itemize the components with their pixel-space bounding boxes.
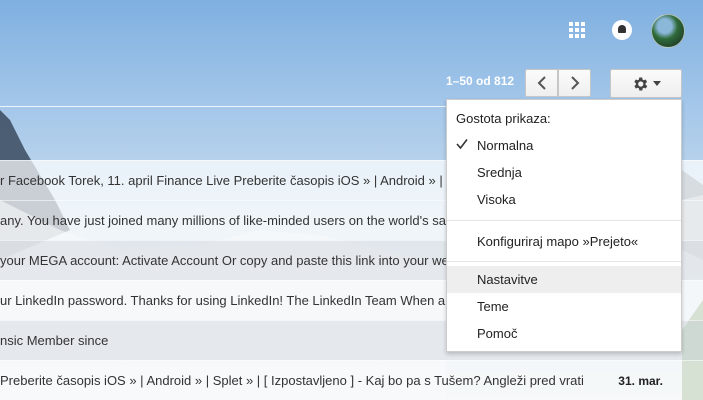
menu-item-label: Teme <box>477 299 509 314</box>
email-snippet: r Facebook Torek, 11. april Finance Live… <box>0 173 456 188</box>
apps-grid-icon[interactable] <box>569 22 585 38</box>
email-snippet: Preberite časopis iOS » | Android » | Sp… <box>0 373 584 388</box>
next-page-button[interactable] <box>558 69 591 97</box>
menu-item-themes[interactable]: Teme <box>447 293 681 320</box>
menu-item-label: Normalna <box>477 138 534 153</box>
menu-divider <box>447 220 681 221</box>
menu-item-configure-inbox[interactable]: Konfiguriraj mapo »Prejeto« <box>447 228 681 255</box>
gear-icon <box>634 76 648 91</box>
menu-item-help[interactable]: Pomoč <box>447 320 681 347</box>
menu-item-settings[interactable]: Nastavitve <box>447 266 681 293</box>
menu-item-density-normal[interactable]: Normalna <box>447 132 681 159</box>
bell-icon[interactable] <box>612 20 632 40</box>
menu-item-label: Konfiguriraj mapo »Prejeto« <box>477 234 639 249</box>
menu-item-label: Pomoč <box>477 326 518 341</box>
toolbar-divider <box>0 106 446 107</box>
density-header: Gostota prikaza: <box>456 111 551 126</box>
page-count: 1–50 od 812 <box>446 74 515 88</box>
menu-item-label: Visoka <box>477 192 516 207</box>
chevron-right-icon <box>570 76 579 90</box>
settings-button[interactable] <box>610 69 682 98</box>
email-snippet: ur LinkedIn password. Thanks for using L… <box>0 293 453 308</box>
email-date: 31. mar. <box>618 373 663 388</box>
email-snippet: any. You have just joined many millions … <box>0 213 457 228</box>
menu-item-density-high[interactable]: Visoka <box>447 186 681 213</box>
menu-item-density-medium[interactable]: Srednja <box>447 159 681 186</box>
account-avatar[interactable] <box>651 14 685 48</box>
settings-menu: Gostota prikaza: Normalna Srednja Visoka… <box>446 99 682 352</box>
email-snippet: your MEGA account: Activate Account Or c… <box>0 253 449 268</box>
check-icon <box>456 139 468 150</box>
menu-item-label: Nastavitve <box>477 272 538 287</box>
caret-down-icon <box>653 81 661 86</box>
previous-page-button[interactable] <box>525 69 558 97</box>
email-snippet: nsic Member since <box>0 333 109 348</box>
email-row[interactable]: Preberite časopis iOS » | Android » | Sp… <box>0 360 703 400</box>
menu-divider <box>447 261 681 262</box>
menu-item-label: Srednja <box>477 165 522 180</box>
chevron-left-icon <box>537 76 546 90</box>
